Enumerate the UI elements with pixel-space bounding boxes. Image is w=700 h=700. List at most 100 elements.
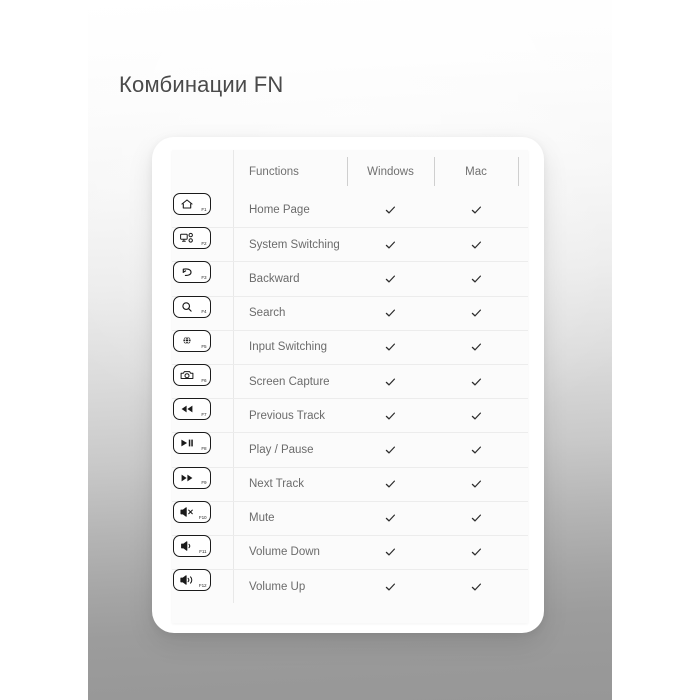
function-key-rail: F1 F2 F3 F4 F5 F6 F7 F8 F9 F10 F11 F12	[173, 193, 219, 603]
check-mark-icon	[384, 546, 397, 559]
cell-function-name: Volume Down	[249, 546, 320, 559]
table-row: Input Switching	[172, 329, 528, 364]
cell-mac-support	[434, 478, 518, 491]
table-row: Home Page	[172, 193, 528, 228]
display-switch-icon	[179, 231, 195, 245]
table-row: Next Track	[172, 466, 528, 501]
column-divider-functions	[233, 535, 234, 570]
table-row: Volume Down	[172, 534, 528, 570]
keycap-f1[interactable]: F1	[173, 193, 211, 215]
keycap-f9[interactable]: F9	[173, 466, 211, 489]
back-arrow-icon	[179, 265, 195, 279]
keycap-label: F1	[201, 206, 207, 212]
cell-windows-support	[347, 307, 434, 320]
keycap-f4[interactable]: F4	[173, 295, 211, 318]
mute-icon	[179, 505, 195, 519]
header-mac: Mac	[465, 165, 487, 178]
screenshot-root: Комбинации FN Functions Windows Mac Home Pa…	[0, 0, 700, 700]
keycap-label: F7	[201, 412, 207, 418]
check-mark-icon	[384, 409, 397, 422]
keycap-label: F4	[201, 309, 207, 315]
check-mark-icon	[470, 512, 483, 525]
cell-function-name: Play / Pause	[249, 443, 314, 456]
check-mark-icon	[470, 238, 483, 251]
globe-input-icon	[179, 334, 195, 348]
play-pause-icon	[179, 436, 195, 450]
cell-windows-support	[347, 272, 434, 285]
check-mark-icon	[384, 341, 397, 354]
keycap-label: F2	[201, 241, 207, 247]
cell-windows-support	[347, 512, 434, 525]
keycap-f2[interactable]: F2	[173, 227, 211, 250]
column-divider-functions	[233, 570, 234, 604]
rewind-icon	[179, 402, 195, 416]
cell-function-name: Search	[249, 307, 286, 320]
keycap-f7[interactable]: F7	[173, 398, 211, 421]
column-divider-functions	[233, 262, 234, 296]
cell-function-name: Backward	[249, 272, 300, 285]
keycap-label: F11	[199, 548, 207, 554]
cell-windows-support	[347, 204, 434, 217]
check-mark-icon	[384, 307, 397, 320]
cell-windows-support	[347, 478, 434, 491]
column-divider-functions	[233, 193, 234, 228]
check-mark-icon	[470, 307, 483, 320]
check-mark-icon	[384, 238, 397, 251]
fn-combinations-table: Functions Windows Mac Home Page System Switc…	[172, 150, 528, 604]
table-row: System Switching	[172, 227, 528, 262]
check-mark-icon	[384, 375, 397, 388]
column-divider-functions	[233, 364, 234, 399]
check-mark-icon	[470, 204, 483, 217]
cell-windows-support	[347, 443, 434, 456]
table-row: Search	[172, 295, 528, 330]
volume-down-icon	[179, 539, 195, 553]
cell-mac-support	[434, 580, 518, 593]
fast-forward-icon	[179, 471, 195, 485]
keycap-label: F6	[201, 377, 207, 383]
table-row: Screen Capture	[172, 363, 528, 399]
cell-windows-support	[347, 409, 434, 422]
cell-windows-support	[347, 375, 434, 388]
cell-function-name: Volume Up	[249, 580, 306, 593]
cell-mac-support	[434, 238, 518, 251]
cell-mac-support	[434, 307, 518, 320]
keycap-f8[interactable]: F8	[173, 432, 211, 455]
search-icon	[179, 300, 195, 314]
check-mark-icon	[470, 409, 483, 422]
keycap-f3[interactable]: F3	[173, 261, 211, 284]
cell-function-name: Input Switching	[249, 341, 327, 354]
keycap-f10[interactable]: F10	[173, 500, 211, 523]
cell-windows-support	[347, 546, 434, 559]
header-windows: Windows	[367, 165, 414, 178]
column-divider-functions	[233, 433, 234, 467]
cell-function-name: Previous Track	[249, 409, 326, 422]
column-divider-functions	[233, 501, 234, 535]
keycap-f11[interactable]: F11	[173, 534, 211, 557]
cell-mac-support	[434, 409, 518, 422]
keycap-f5[interactable]: F5	[173, 329, 211, 352]
check-mark-icon	[470, 546, 483, 559]
header-functions: Functions	[249, 165, 299, 178]
home-icon	[179, 197, 195, 211]
keycap-label: F3	[201, 275, 207, 281]
check-mark-icon	[470, 375, 483, 388]
column-divider-functions	[233, 467, 234, 501]
cell-function-name: Home Page	[249, 204, 310, 217]
keycap-label: F8	[201, 446, 207, 452]
keycap-f12[interactable]: F12	[173, 569, 211, 592]
cell-mac-support	[434, 341, 518, 354]
fn-table-panel: Functions Windows Mac Home Page System Switc…	[172, 150, 528, 623]
cell-mac-support	[434, 272, 518, 285]
check-mark-icon	[384, 478, 397, 491]
check-mark-icon	[384, 204, 397, 217]
column-divider-functions	[233, 296, 234, 330]
keycap-f6[interactable]: F6	[173, 363, 211, 386]
column-divider-functions	[233, 330, 234, 364]
cell-mac-support	[434, 375, 518, 388]
cell-mac-support	[434, 443, 518, 456]
table-row: Play / Pause	[172, 432, 528, 467]
keycap-label: F9	[201, 480, 207, 486]
check-mark-icon	[470, 341, 483, 354]
cell-mac-support	[434, 512, 518, 525]
cell-function-name: Screen Capture	[249, 375, 330, 388]
